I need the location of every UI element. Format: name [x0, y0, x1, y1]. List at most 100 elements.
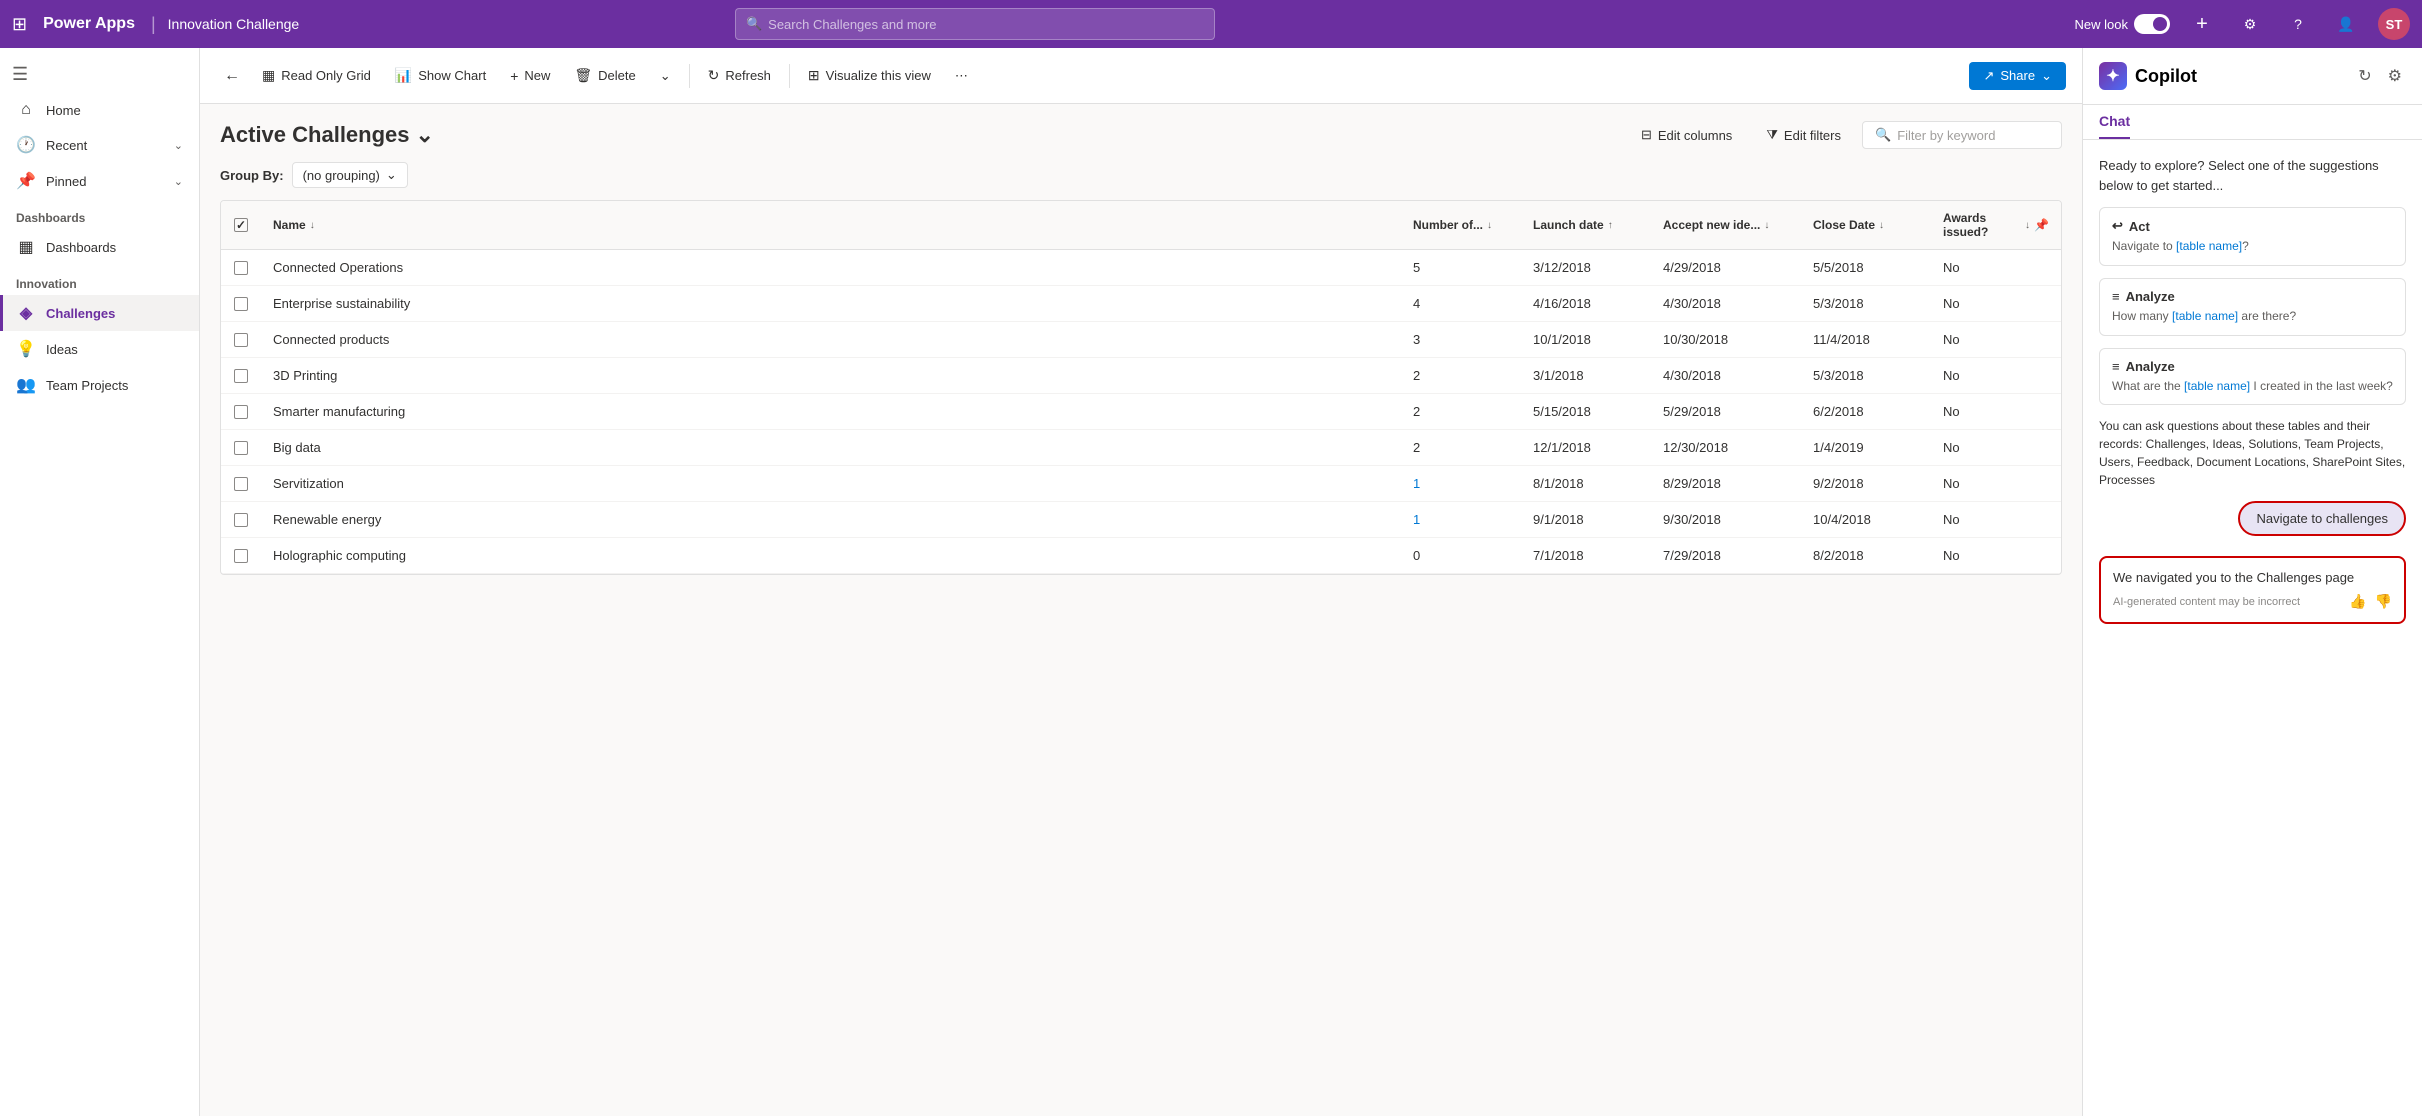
- edit-filters-button[interactable]: ⧩ Edit filters: [1753, 120, 1854, 150]
- select-all-checkbox[interactable]: ✓: [234, 218, 248, 232]
- thumbs-down-button[interactable]: 👎: [2375, 593, 2392, 610]
- row-name[interactable]: Enterprise sustainability: [261, 286, 1401, 321]
- user-navigate-bubble[interactable]: Navigate to challenges: [2238, 501, 2406, 536]
- table-row[interactable]: Renewable energy 1 9/1/2018 9/30/2018 10…: [221, 502, 2061, 538]
- col-header-launch[interactable]: Launch date ↑: [1521, 201, 1651, 249]
- sidebar-item-home[interactable]: ⌂ Home: [0, 93, 199, 127]
- help-icon-btn[interactable]: ?: [2282, 8, 2314, 40]
- row-checkbox[interactable]: [221, 467, 261, 501]
- ellipsis-icon: ⋯: [955, 68, 968, 84]
- edit-columns-button[interactable]: ⊟ Edit columns: [1628, 120, 1745, 150]
- show-chart-button[interactable]: 📊 Show Chart: [385, 61, 496, 90]
- row-number[interactable]: 3: [1401, 322, 1521, 357]
- row-name[interactable]: Big data: [261, 430, 1401, 465]
- table-row[interactable]: Holographic computing 0 7/1/2018 7/29/20…: [221, 538, 2061, 574]
- sidebar-item-ideas[interactable]: 💡 Ideas: [0, 331, 199, 367]
- row-select-checkbox[interactable]: [234, 333, 248, 347]
- sidebar-hamburger[interactable]: ☰: [0, 56, 199, 93]
- row-name[interactable]: Connected products: [261, 322, 1401, 357]
- awards-sort-icon: ↓: [2025, 220, 2030, 231]
- settings-icon-btn[interactable]: ⚙: [2234, 8, 2266, 40]
- row-select-checkbox[interactable]: [234, 261, 248, 275]
- header-checkbox[interactable]: ✓: [221, 201, 261, 249]
- add-icon-btn[interactable]: +: [2186, 8, 2218, 40]
- read-only-grid-button[interactable]: ▦ Read Only Grid: [252, 61, 381, 90]
- row-number[interactable]: 1: [1401, 502, 1521, 537]
- table-row[interactable]: Smarter manufacturing 2 5/15/2018 5/29/2…: [221, 394, 2061, 430]
- row-checkbox[interactable]: [221, 251, 261, 285]
- col-header-name[interactable]: Name ↓: [261, 201, 1401, 249]
- global-search-bar[interactable]: 🔍 Search Challenges and more: [735, 8, 1215, 40]
- ellipsis-button[interactable]: ⋯: [945, 62, 978, 90]
- table-row[interactable]: Enterprise sustainability 4 4/16/2018 4/…: [221, 286, 2061, 322]
- row-name[interactable]: Renewable energy: [261, 502, 1401, 537]
- new-look-switch[interactable]: [2134, 14, 2170, 34]
- row-number[interactable]: 5: [1401, 250, 1521, 285]
- suggestion-analyze2[interactable]: ≡ Analyze What are the [table name] I cr…: [2099, 348, 2406, 406]
- row-select-checkbox[interactable]: [234, 297, 248, 311]
- row-select-checkbox[interactable]: [234, 369, 248, 383]
- row-checkbox[interactable]: [221, 503, 261, 537]
- row-number[interactable]: 0: [1401, 538, 1521, 573]
- sidebar-item-pinned[interactable]: 📌 Pinned ⌄: [0, 163, 199, 199]
- row-checkbox[interactable]: [221, 359, 261, 393]
- refresh-button[interactable]: ↻ Refresh: [698, 61, 781, 90]
- new-button[interactable]: + New: [500, 62, 560, 90]
- sidebar-item-challenges[interactable]: ◈ Challenges: [0, 295, 199, 331]
- delete-button[interactable]: 🗑 Delete: [564, 61, 645, 90]
- visualize-button[interactable]: ⊞ Visualize this view: [798, 61, 941, 90]
- copilot-tab-chat[interactable]: Chat: [2099, 105, 2130, 139]
- row-select-checkbox[interactable]: [234, 405, 248, 419]
- row-number[interactable]: 2: [1401, 394, 1521, 429]
- profile-icon-btn[interactable]: 👤: [2330, 8, 2362, 40]
- table-row[interactable]: Big data 2 12/1/2018 12/30/2018 1/4/2019…: [221, 430, 2061, 466]
- col-header-accept[interactable]: Accept new ide... ↓: [1651, 201, 1801, 249]
- row-name[interactable]: Smarter manufacturing: [261, 394, 1401, 429]
- row-checkbox[interactable]: [221, 431, 261, 465]
- row-select-checkbox[interactable]: [234, 477, 248, 491]
- user-avatar[interactable]: ST: [2378, 8, 2410, 40]
- row-number[interactable]: 2: [1401, 358, 1521, 393]
- group-by-select[interactable]: (no grouping) ⌄: [292, 162, 408, 188]
- row-name[interactable]: Servitization: [261, 466, 1401, 501]
- delete-more-button[interactable]: ⌄: [650, 62, 681, 90]
- row-checkbox[interactable]: [221, 323, 261, 357]
- row-name[interactable]: Connected Operations: [261, 250, 1401, 285]
- pin-icon[interactable]: 📌: [2034, 218, 2049, 232]
- row-checkbox[interactable]: [221, 287, 261, 321]
- new-look-toggle[interactable]: New look: [2075, 14, 2170, 34]
- share-button[interactable]: ↗ Share ⌄: [1969, 62, 2066, 90]
- visualize-icon: ⊞: [808, 67, 820, 84]
- filter-input[interactable]: 🔍 Filter by keyword: [1862, 121, 2062, 149]
- copilot-settings-btn[interactable]: ⚙: [2384, 62, 2406, 90]
- table-row[interactable]: Servitization 1 8/1/2018 8/29/2018 9/2/2…: [221, 466, 2061, 502]
- sidebar-item-recent[interactable]: 🕐 Recent ⌄: [0, 127, 199, 163]
- suggestion-analyze1[interactable]: ≡ Analyze How many [table name] are ther…: [2099, 278, 2406, 336]
- row-checkbox[interactable]: [221, 539, 261, 573]
- row-number[interactable]: 1: [1401, 466, 1521, 501]
- row-select-checkbox[interactable]: [234, 441, 248, 455]
- row-name[interactable]: 3D Printing: [261, 358, 1401, 393]
- row-name[interactable]: Holographic computing: [261, 538, 1401, 573]
- table-row[interactable]: Connected Operations 5 3/12/2018 4/29/20…: [221, 250, 2061, 286]
- table-row[interactable]: Connected products 3 10/1/2018 10/30/201…: [221, 322, 2061, 358]
- thumbs-up-button[interactable]: 👍: [2349, 593, 2366, 610]
- col-header-awards[interactable]: Awards issued? ↓ 📌: [1931, 201, 2061, 249]
- copilot-refresh-btn[interactable]: ↻: [2354, 62, 2375, 90]
- row-select-checkbox[interactable]: [234, 513, 248, 527]
- back-button[interactable]: ←: [216, 60, 248, 92]
- sidebar-item-dashboards[interactable]: ▦ Dashboards: [0, 229, 199, 265]
- suggestion-act[interactable]: ↩ Act Navigate to [table name]?: [2099, 207, 2406, 266]
- col-header-close[interactable]: Close Date ↓: [1801, 201, 1931, 249]
- col-header-number[interactable]: Number of... ↓: [1401, 201, 1521, 249]
- row-number[interactable]: 4: [1401, 286, 1521, 321]
- row-checkbox[interactable]: [221, 395, 261, 429]
- sidebar-item-team-projects[interactable]: 👥 Team Projects: [0, 367, 199, 403]
- table-row[interactable]: 3D Printing 2 3/1/2018 4/30/2018 5/3/201…: [221, 358, 2061, 394]
- view-title-chevron-icon[interactable]: ⌄: [416, 122, 434, 148]
- search-icon: 🔍: [746, 16, 762, 32]
- row-select-checkbox[interactable]: [234, 549, 248, 563]
- waffle-menu-icon[interactable]: ⊞: [12, 14, 27, 35]
- row-number[interactable]: 2: [1401, 430, 1521, 465]
- app-context-label: Innovation Challenge: [168, 16, 300, 32]
